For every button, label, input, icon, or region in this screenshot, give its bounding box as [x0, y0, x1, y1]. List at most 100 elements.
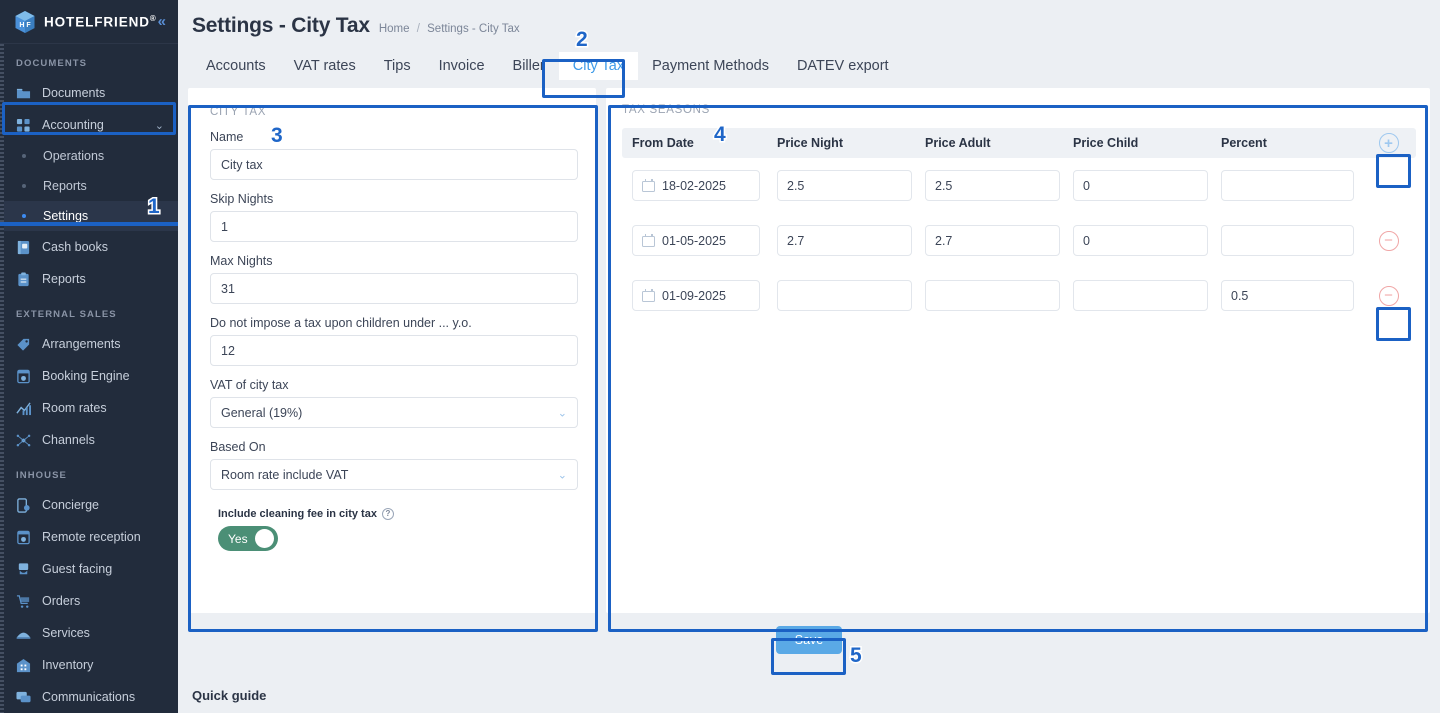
- sidebar-item-label: Booking Engine: [42, 369, 130, 383]
- from-date-input[interactable]: 01-05-2025: [632, 225, 760, 256]
- sidebar-item-services[interactable]: Services: [0, 617, 178, 649]
- skip-nights-field[interactable]: 1: [210, 211, 578, 242]
- sidebar-item-documents[interactable]: Documents: [0, 77, 178, 109]
- sidebar-item-label: Communications: [42, 690, 136, 704]
- based-on-select-label: Based On: [210, 440, 266, 454]
- add-row-button[interactable]: +: [1361, 133, 1416, 153]
- tab-city-tax[interactable]: City Tax: [558, 52, 639, 80]
- vat-of-city-tax-select-value: General (19%): [221, 405, 303, 420]
- minus-circle-icon: −: [1378, 285, 1399, 306]
- from-date-input[interactable]: 01-09-2025: [632, 280, 760, 311]
- based-on-select[interactable]: Room rate include VAT ⌄: [210, 459, 578, 490]
- sidebar-item-booking-engine[interactable]: Booking Engine: [0, 360, 178, 392]
- include-cleaning-fee-label: Include cleaning fee in city tax ?: [218, 508, 570, 520]
- sidebar-item-orders[interactable]: Orders: [0, 585, 178, 617]
- price-adult-value: 2.5: [935, 178, 953, 193]
- price-adult-input[interactable]: 2.5: [925, 170, 1060, 201]
- max-nights-field-group: Max Nights 31: [210, 254, 578, 304]
- name-field-group: Name City tax: [210, 130, 578, 180]
- sidebar-item-remote-reception[interactable]: Remote reception: [0, 521, 178, 553]
- city-tax-panel-caption: CITY TAX: [210, 106, 267, 118]
- sidebar-item-label: Inventory: [42, 658, 94, 672]
- sidebar-item-guest-facing[interactable]: Guest facing: [0, 553, 178, 585]
- price-night-input[interactable]: 2.5: [777, 170, 912, 201]
- cell-price-child: [1063, 280, 1211, 311]
- sidebar-item-label: Cash books: [42, 240, 109, 254]
- sidebar-item-channels[interactable]: Channels: [0, 424, 178, 456]
- based-on-select-value: Room rate include VAT: [221, 467, 349, 482]
- include-cleaning-fee-toggle-group: Include cleaning fee in city tax ? Yes: [210, 502, 578, 559]
- sidebar-item-reports[interactable]: Reports: [0, 263, 178, 295]
- sidebar-item-label: Reports: [42, 272, 86, 286]
- chevron-down-icon[interactable]: ⌄: [558, 406, 567, 419]
- price-night-input[interactable]: [777, 280, 912, 311]
- tab-accounts[interactable]: Accounts: [192, 52, 280, 80]
- cell-price-adult: 2.5: [915, 170, 1063, 201]
- browser-gear-icon: [16, 369, 36, 384]
- column-header-percent: Percent: [1221, 136, 1267, 150]
- breadcrumb: Home / Settings - City Tax: [379, 23, 520, 35]
- tab-invoice[interactable]: Invoice: [425, 52, 499, 80]
- table-row: 18-02-2025 2.5 2.5 0: [622, 158, 1416, 213]
- sidebar-item-label: Remote reception: [42, 530, 141, 544]
- price-child-value: 0: [1083, 233, 1090, 248]
- brand-logo[interactable]: H F HOTELFRIEND® «: [0, 0, 178, 44]
- tab-payment-methods[interactable]: Payment Methods: [638, 52, 783, 80]
- price-child-input[interactable]: [1073, 280, 1208, 311]
- sidebar-item-accounting[interactable]: Accounting ⌄: [0, 109, 178, 141]
- skip-nights-field-value: 1: [221, 219, 228, 234]
- tab-vat-rates[interactable]: VAT rates: [280, 52, 370, 80]
- price-child-input[interactable]: 0: [1073, 225, 1208, 256]
- price-night-input[interactable]: 2.7: [777, 225, 912, 256]
- chevron-down-icon[interactable]: ⌄: [558, 468, 567, 481]
- calendar-icon: [642, 289, 655, 302]
- sidebar-item-cash-books[interactable]: Cash books: [0, 231, 178, 263]
- annotation-marker-5: 5: [849, 644, 864, 668]
- calendar-icon: [642, 234, 655, 247]
- vat-of-city-tax-select[interactable]: General (19%) ⌄: [210, 397, 578, 428]
- include-cleaning-fee-switch[interactable]: Yes: [218, 526, 278, 551]
- price-adult-input[interactable]: 2.7: [925, 225, 1060, 256]
- children-age-field[interactable]: 12: [210, 335, 578, 366]
- from-date-value: 01-05-2025: [662, 233, 726, 248]
- sidebar-item-concierge[interactable]: Concierge: [0, 489, 178, 521]
- quick-guide-link[interactable]: Quick guide: [192, 688, 266, 703]
- percent-input[interactable]: 0.5: [1221, 280, 1354, 311]
- remove-row-button[interactable]: −: [1361, 230, 1416, 251]
- chevron-down-icon[interactable]: ⌄: [155, 119, 164, 132]
- collapse-sidebar-icon[interactable]: «: [158, 14, 168, 29]
- bullet-dot-icon: [22, 154, 26, 158]
- name-field[interactable]: City tax: [210, 149, 578, 180]
- from-date-input[interactable]: 18-02-2025: [632, 170, 760, 201]
- sidebar-item-label: Operations: [43, 149, 105, 163]
- bullet-dot-icon: [22, 184, 26, 188]
- breadcrumb-home[interactable]: Home: [379, 23, 410, 35]
- sidebar-item-label: Reports: [43, 179, 87, 193]
- percent-input[interactable]: [1221, 170, 1354, 201]
- sidebar-item-arrangements[interactable]: Arrangements: [0, 328, 178, 360]
- cell-percent: [1211, 170, 1361, 201]
- sidebar-item-communications[interactable]: Communications: [0, 681, 178, 713]
- tab-biller[interactable]: Biller: [499, 52, 559, 80]
- max-nights-field[interactable]: 31: [210, 273, 578, 304]
- sidebar-item-room-rates[interactable]: Room rates: [0, 392, 178, 424]
- column-header-price-adult: Price Adult: [925, 136, 991, 150]
- cart-icon: [16, 594, 36, 609]
- remove-row-button[interactable]: −: [1361, 285, 1416, 306]
- price-adult-input[interactable]: [925, 280, 1060, 311]
- folder-icon: [16, 86, 36, 101]
- sidebar-group-title: EXTERNAL SALES: [16, 309, 117, 320]
- browser-gear-icon: [16, 530, 36, 545]
- table-row: 01-09-2025 0.5 −: [622, 268, 1416, 323]
- percent-input[interactable]: [1221, 225, 1354, 256]
- save-button[interactable]: Save: [776, 626, 842, 654]
- switch-knob: [255, 529, 274, 548]
- help-icon[interactable]: ?: [381, 508, 394, 520]
- tax-seasons-panel-caption: TAX SEASONS: [622, 104, 711, 116]
- sidebar-item-inventory[interactable]: Inventory: [0, 649, 178, 681]
- sidebar-item-operations[interactable]: Operations: [0, 141, 178, 171]
- minus-circle-icon: −: [1378, 230, 1399, 251]
- price-child-input[interactable]: 0: [1073, 170, 1208, 201]
- tab-datev-export[interactable]: DATEV export: [783, 52, 903, 80]
- tab-tips[interactable]: Tips: [370, 52, 425, 80]
